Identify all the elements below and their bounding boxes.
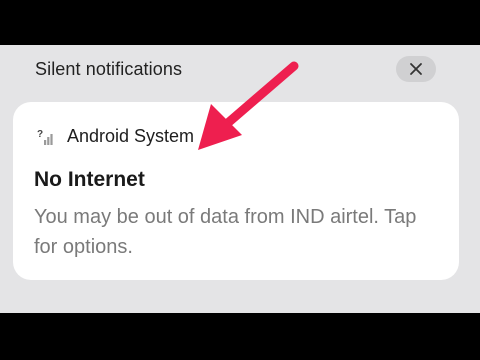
dismiss-all-button[interactable] bbox=[396, 56, 436, 82]
app-name: Android System bbox=[67, 126, 195, 146]
section-title: Silent notifications bbox=[35, 59, 183, 79]
svg-text:?: ? bbox=[37, 129, 43, 140]
close-icon bbox=[410, 63, 422, 75]
signal-no-internet-icon: ? bbox=[37, 129, 53, 145]
notification-title: No Internet bbox=[34, 168, 145, 191]
notification-shade: Silent notifications ? Android System No… bbox=[0, 45, 480, 313]
notification-body: You may be out of data from IND airtel. … bbox=[34, 206, 417, 258]
notification-card[interactable]: ? Android System No Internet You may be … bbox=[13, 102, 459, 280]
